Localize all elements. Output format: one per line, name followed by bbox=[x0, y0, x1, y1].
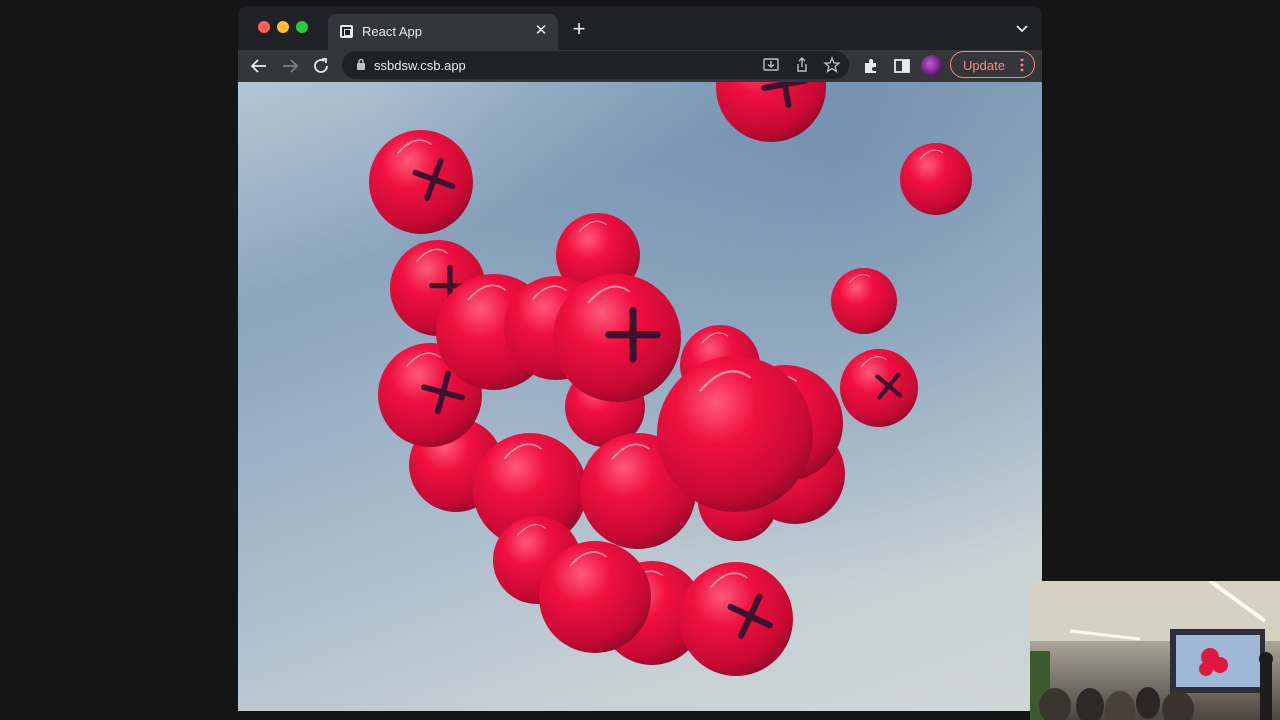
ball-pit-scene[interactable] bbox=[238, 82, 1042, 711]
side-panel-icon[interactable] bbox=[892, 56, 912, 76]
back-icon[interactable] bbox=[247, 54, 271, 78]
tab-search-icon[interactable] bbox=[1014, 20, 1030, 36]
red-ball[interactable] bbox=[840, 349, 918, 427]
page-canvas[interactable] bbox=[238, 82, 1042, 711]
favicon-icon bbox=[340, 25, 353, 38]
browser-window: React App ✕ + ssbdsw.csb.app Update bbox=[238, 6, 1042, 711]
red-ball[interactable] bbox=[900, 143, 972, 215]
bookmark-star-icon[interactable] bbox=[823, 56, 841, 74]
forward-icon[interactable] bbox=[278, 54, 302, 78]
zoom-window-button[interactable] bbox=[296, 21, 308, 33]
url-text[interactable]: ssbdsw.csb.app bbox=[374, 58, 466, 73]
new-tab-button[interactable]: + bbox=[568, 18, 590, 41]
share-icon[interactable] bbox=[793, 56, 811, 74]
red-ball[interactable] bbox=[831, 268, 897, 334]
address-bar[interactable]: ssbdsw.csb.app bbox=[342, 51, 849, 79]
tab-react-app[interactable]: React App ✕ bbox=[328, 14, 558, 50]
red-ball[interactable] bbox=[553, 274, 681, 402]
profile-avatar[interactable] bbox=[921, 55, 943, 77]
extensions-icon[interactable] bbox=[861, 56, 881, 76]
reload-icon[interactable] bbox=[309, 54, 333, 78]
more-vert-icon[interactable] bbox=[1020, 57, 1024, 73]
close-window-button[interactable] bbox=[258, 21, 270, 33]
update-button[interactable]: Update bbox=[950, 51, 1035, 78]
presenter-webcam bbox=[1030, 581, 1280, 720]
red-ball[interactable] bbox=[657, 356, 813, 512]
red-ball[interactable] bbox=[369, 130, 473, 234]
install-icon[interactable] bbox=[762, 56, 780, 74]
tab-strip: React App ✕ + bbox=[238, 6, 1042, 50]
red-ball[interactable] bbox=[716, 82, 826, 142]
toolbar: ssbdsw.csb.app Update bbox=[238, 50, 1042, 82]
update-label: Update bbox=[963, 58, 1005, 73]
tab-close-icon[interactable]: ✕ bbox=[532, 22, 550, 40]
lock-icon[interactable] bbox=[356, 58, 366, 71]
red-ball[interactable] bbox=[539, 541, 651, 653]
tab-title: React App bbox=[362, 24, 422, 39]
red-ball[interactable] bbox=[679, 562, 793, 676]
minimize-window-button[interactable] bbox=[277, 21, 289, 33]
room-scene bbox=[1030, 581, 1280, 720]
